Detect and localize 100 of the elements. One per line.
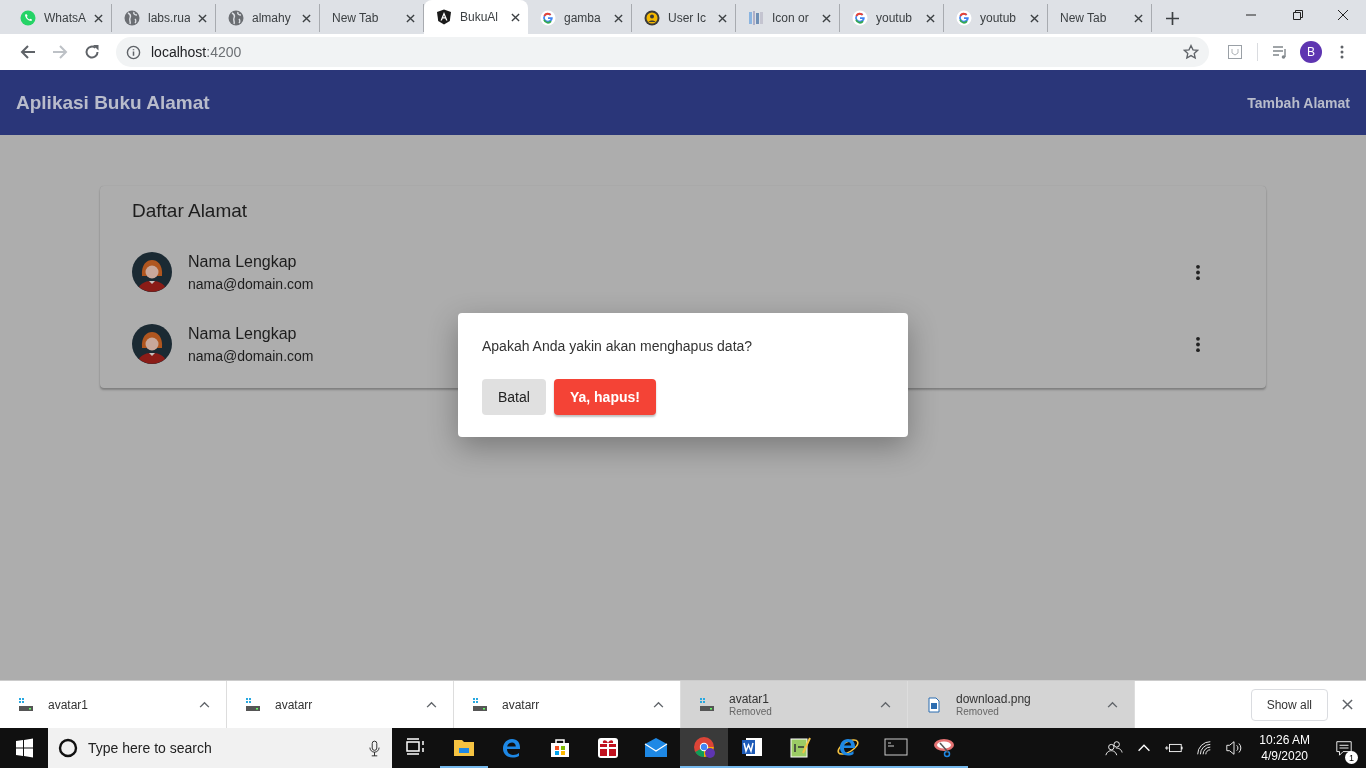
add-address-button[interactable]: Tambah Alamat (1231, 88, 1366, 117)
caret-up-icon[interactable] (880, 701, 891, 708)
tab-title: youtub (980, 11, 1018, 25)
clock[interactable]: 10:26 AM 4/9/2020 (1259, 733, 1310, 763)
tab-title: WhatsA (44, 11, 86, 25)
search-placeholder: Type here to search (88, 740, 213, 756)
close-icon[interactable] (406, 13, 415, 23)
contact-name: Nama Lengkap (188, 252, 298, 271)
extension-icon[interactable] (1227, 44, 1243, 60)
search-field[interactable]: Type here to search (48, 728, 392, 768)
browser-tab[interactable]: User Ic (632, 4, 736, 32)
file-name: download.png (956, 692, 1032, 706)
close-icon[interactable] (302, 13, 311, 23)
close-icon[interactable] (198, 13, 207, 23)
download-status: Removed (956, 706, 1000, 717)
volume-icon[interactable] (1225, 739, 1244, 757)
blurred-image-icon (748, 10, 764, 26)
close-icon[interactable] (1342, 699, 1353, 710)
contact-name: Nama Lengkap (188, 324, 298, 343)
app-title: Aplikasi Buku Alamat (16, 91, 210, 114)
drive-icon (245, 696, 261, 713)
browser-tab[interactable]: New Tab (1048, 4, 1152, 32)
caret-up-icon[interactable] (653, 701, 664, 708)
browser-tab[interactable]: youtub (840, 4, 944, 32)
tab-title: User Ic (668, 11, 707, 25)
envelope-icon (644, 736, 668, 760)
avatar-icon (132, 252, 172, 292)
back-arrow-icon[interactable] (20, 44, 36, 60)
url-text: localhost:4200 (151, 44, 243, 60)
tab-title: New Tab (332, 11, 380, 25)
g-letter-icon (852, 10, 868, 26)
browser-tab[interactable]: almahy (216, 4, 320, 32)
globe-icon (124, 10, 140, 26)
download-item[interactable]: avatar1 Removed (681, 681, 908, 728)
circle-icon (58, 738, 78, 758)
tab-title: labs.rua (148, 11, 190, 25)
tab-title: Icon or (772, 11, 810, 25)
caret-up-icon[interactable] (426, 701, 437, 708)
browser-tab[interactable]: gamba (528, 4, 632, 32)
profile-avatar[interactable]: B (1300, 41, 1322, 63)
card-title: Daftar Alamat (132, 200, 249, 222)
close-icon[interactable] (511, 12, 520, 22)
close-icon[interactable] (822, 13, 831, 23)
user-icon (644, 10, 660, 26)
delete-button[interactable]: Ya, hapus! (553, 379, 656, 415)
info-icon (126, 44, 141, 60)
close-icon[interactable] (614, 13, 623, 23)
shopping-bag-icon (548, 736, 572, 760)
show-all-button[interactable]: Show all (1250, 688, 1328, 721)
more-icon[interactable] (1195, 263, 1201, 281)
close-icon[interactable] (1134, 13, 1143, 23)
image-file-icon (926, 696, 942, 713)
contact-email: nama@domain.com (188, 275, 315, 292)
shield-a-icon (436, 9, 452, 25)
microphone-icon[interactable] (369, 739, 380, 757)
browser-tab[interactable]: WhatsA (8, 4, 112, 32)
reload-icon[interactable] (84, 44, 100, 60)
browser-tab[interactable]: BukuAl (424, 0, 528, 34)
close-icon[interactable] (926, 13, 935, 23)
caret-up-icon[interactable] (1107, 701, 1118, 708)
g-letter-icon (540, 10, 556, 26)
cancel-button[interactable]: Batal (482, 379, 546, 415)
avatar-icon (132, 324, 172, 364)
document-w-icon (740, 735, 764, 759)
tab-title: youtub (876, 11, 914, 25)
playlist-icon[interactable] (1272, 44, 1288, 60)
close-icon[interactable] (1030, 13, 1039, 23)
file-name: avatar1 (48, 697, 90, 712)
g-letter-icon (956, 10, 972, 26)
caret-up-icon[interactable] (199, 701, 210, 708)
file-name: avatarr (275, 697, 314, 712)
notifications-icon[interactable] (1335, 739, 1353, 757)
gift-icon (596, 736, 620, 760)
star-icon[interactable] (1183, 44, 1199, 60)
more-icon[interactable] (1195, 335, 1201, 353)
chat-bubble-icon (20, 10, 36, 26)
chrome-logo-icon (692, 735, 716, 759)
drive-icon (18, 696, 34, 713)
address-bar[interactable]: localhost:4200 (116, 37, 1209, 67)
tab-title: almahy (252, 11, 292, 25)
notepad-icon (788, 735, 812, 759)
close-icon[interactable] (94, 13, 103, 23)
download-item[interactable]: download.png Removed (908, 681, 1135, 728)
clock-time: 10:26 AM (1259, 733, 1310, 747)
browser-tab[interactable]: Icon or (736, 4, 840, 32)
browser-tab[interactable]: labs.rua (112, 4, 216, 32)
notification-count: 1 (1345, 751, 1358, 764)
file-name: avatar1 (729, 692, 771, 706)
plus-icon[interactable] (1166, 12, 1179, 25)
globe-icon (228, 10, 244, 26)
tab-title: BukuAl (460, 10, 500, 24)
people-icon[interactable] (1105, 739, 1124, 757)
browser-tab[interactable]: youtub (944, 4, 1048, 32)
tab-title: New Tab (1060, 11, 1108, 25)
download-status: Removed (729, 706, 773, 717)
tab-title: gamba (564, 11, 602, 25)
clock-date: 4/9/2020 (1261, 749, 1308, 763)
dialog-message: Apakah Anda yakin akan menghapus data? (482, 338, 754, 354)
file-name: avatarr (502, 697, 541, 712)
close-icon[interactable] (718, 13, 727, 23)
